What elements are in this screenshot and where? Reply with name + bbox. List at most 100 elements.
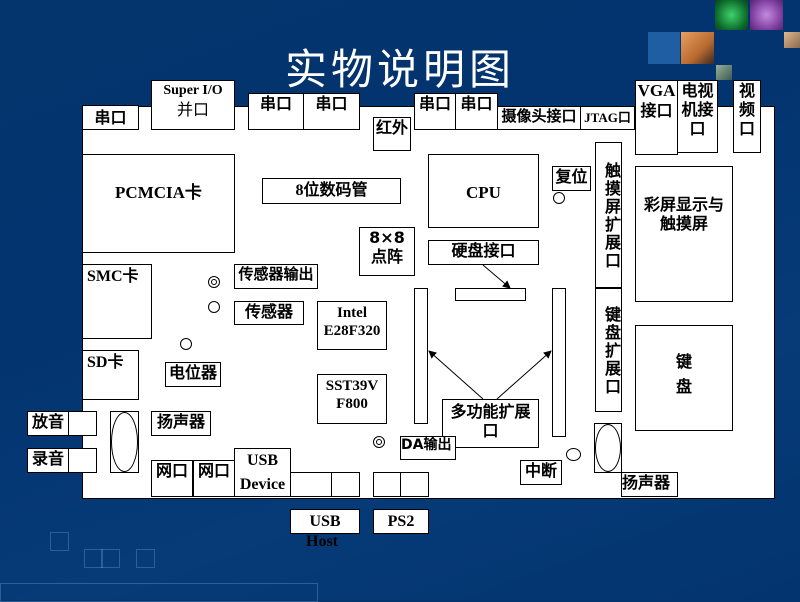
- intel-label-2: E28F320: [323, 323, 381, 339]
- record-jack: [68, 448, 97, 473]
- serial-port-3-label: 串口: [315, 94, 348, 113]
- hdd-interface: 硬盘接口: [428, 240, 539, 265]
- speaker-left-label: 扬声器: [156, 412, 205, 431]
- interrupt-button: 中断: [520, 460, 562, 485]
- interrupt-circle: [566, 448, 581, 461]
- jtag-port: JTAG口: [580, 106, 635, 130]
- speaker-right: 扬声器: [621, 472, 678, 497]
- color-lcd-label-2: 触摸屏: [659, 214, 708, 234]
- super-io-parallel-port: Super I/O 并口: [151, 80, 235, 130]
- usb-device-label-1: USB: [246, 452, 279, 469]
- usb-device-label-2: Device: [239, 476, 286, 493]
- parallel-port-label: 并口: [176, 99, 209, 119]
- infrared-label: 红外: [375, 118, 408, 137]
- serial-port-2: 串口: [248, 93, 304, 130]
- camera-interface: 摄像头接口: [497, 106, 581, 130]
- tv-label-3: 口: [689, 119, 706, 139]
- video-label-1: 视: [738, 81, 755, 100]
- smc-card: SMC卡: [82, 264, 152, 339]
- speaker-left-icon: [111, 412, 138, 472]
- touch-expansion-label: 触摸屏扩展口: [602, 162, 621, 270]
- multi-expansion-port: 多功能扩展 口: [442, 399, 539, 448]
- seven-segment-display: 8位数码管: [262, 178, 401, 204]
- playback-jack-label: 放音: [27, 411, 69, 436]
- color-lcd-label-1: 彩屏显示与: [643, 195, 724, 214]
- usb-host-port-2: [331, 472, 360, 497]
- speaker-right-label: 扬声器: [622, 473, 671, 492]
- vga-interface-label: 接口: [640, 101, 673, 121]
- speaker-left: 扬声器: [151, 411, 211, 436]
- da-output-label: DA输出: [401, 437, 452, 453]
- record-label: 录音: [31, 449, 64, 468]
- da-output-jack: [373, 436, 385, 448]
- network-port-2-label: 网口: [197, 461, 230, 480]
- hdd-interface-label: 硬盘接口: [451, 241, 516, 260]
- expansion-slot-right: [552, 288, 566, 437]
- pcmcia-card: PCMCIA卡: [82, 154, 235, 253]
- tv-label-1: 电视: [681, 81, 714, 100]
- sensor-circle: [208, 301, 220, 313]
- sensor-output-jack: [208, 276, 220, 288]
- cpu-label: CPU: [466, 183, 501, 202]
- reset-circle: [553, 192, 565, 204]
- serial-port-4: 串口: [414, 93, 456, 130]
- hdd-connector: [455, 288, 526, 301]
- sst-flash: SST39V F800: [317, 374, 387, 424]
- potentiometer-label: 电位器: [168, 363, 217, 382]
- decor-square: [136, 549, 155, 568]
- da-output: DA输出: [400, 436, 456, 460]
- touch-expansion-port: 触摸屏扩展口: [595, 142, 622, 288]
- playback-jack: [68, 411, 97, 436]
- smc-label: SMC卡: [87, 268, 139, 285]
- interrupt-label: 中断: [524, 461, 557, 480]
- expansion-slot-left: [414, 288, 428, 424]
- sst-label-1: SST39V: [325, 378, 379, 394]
- serial-port-4-label: 串口: [418, 94, 451, 113]
- camera-interface-label: 摄像头接口: [501, 107, 577, 125]
- serial-port-5: 串口: [455, 93, 498, 130]
- multi-expansion-label-2: 口: [482, 421, 499, 441]
- tv-interface: 电视 机接 口: [677, 80, 718, 153]
- potentiometer-circle: [180, 338, 192, 350]
- sensor-output-label: 传感器输出: [238, 265, 314, 283]
- dot-matrix-label-1: 8×8: [369, 228, 405, 247]
- vga-interface: VGA 接口: [635, 80, 678, 155]
- playback-label: 放音: [31, 412, 64, 431]
- usb-device-port: USB Device: [234, 448, 291, 497]
- pcmcia-label: PCMCIA卡: [115, 183, 202, 202]
- ps2-port-2: [400, 472, 429, 497]
- multi-expansion-label-1: 多功能扩展: [450, 402, 531, 421]
- keyboard: 键 盘: [635, 325, 733, 431]
- reset-button: 复位: [552, 166, 591, 191]
- video-port: 视 频 口: [733, 80, 761, 153]
- keyboard-expansion-label: 键盘扩展口: [602, 306, 621, 396]
- serial-port-5-label: 串口: [460, 94, 493, 113]
- potentiometer: 电位器: [165, 362, 221, 387]
- serial-port-3: 串口: [303, 93, 360, 130]
- usb-host-port-1: [290, 472, 332, 497]
- intel-label-1: Intel: [337, 305, 367, 321]
- decor-tile-purple: [750, 0, 783, 30]
- sensor: 传感器: [234, 301, 304, 325]
- reset-label: 复位: [555, 167, 588, 186]
- network-port-2: 网口: [193, 460, 235, 497]
- infrared: 红外: [373, 117, 411, 151]
- usb-host-label-1: USB: [309, 513, 341, 530]
- sensor-label: 传感器: [244, 302, 293, 321]
- ps2-label-box: PS2: [373, 509, 429, 534]
- sst-label-2: F800: [336, 396, 368, 412]
- cpu: CPU: [428, 154, 539, 228]
- decor-square: [50, 532, 69, 551]
- usb-host-label-box: USB: [290, 509, 360, 534]
- tv-label-2: 机接: [681, 100, 714, 120]
- decor-square: [101, 549, 120, 568]
- dot-matrix: 8×8 点阵: [359, 227, 415, 276]
- serial-port-2-label: 串口: [259, 94, 292, 113]
- video-label-2: 频: [738, 100, 755, 120]
- ps2-port-1: [373, 472, 401, 497]
- serial-port-1: 串口: [82, 105, 139, 130]
- usb-host-label-2: Host: [306, 533, 338, 550]
- decor-strip: [0, 583, 318, 602]
- keyboard-label-1: 键: [675, 352, 692, 371]
- record-jack-label: 录音: [27, 448, 69, 473]
